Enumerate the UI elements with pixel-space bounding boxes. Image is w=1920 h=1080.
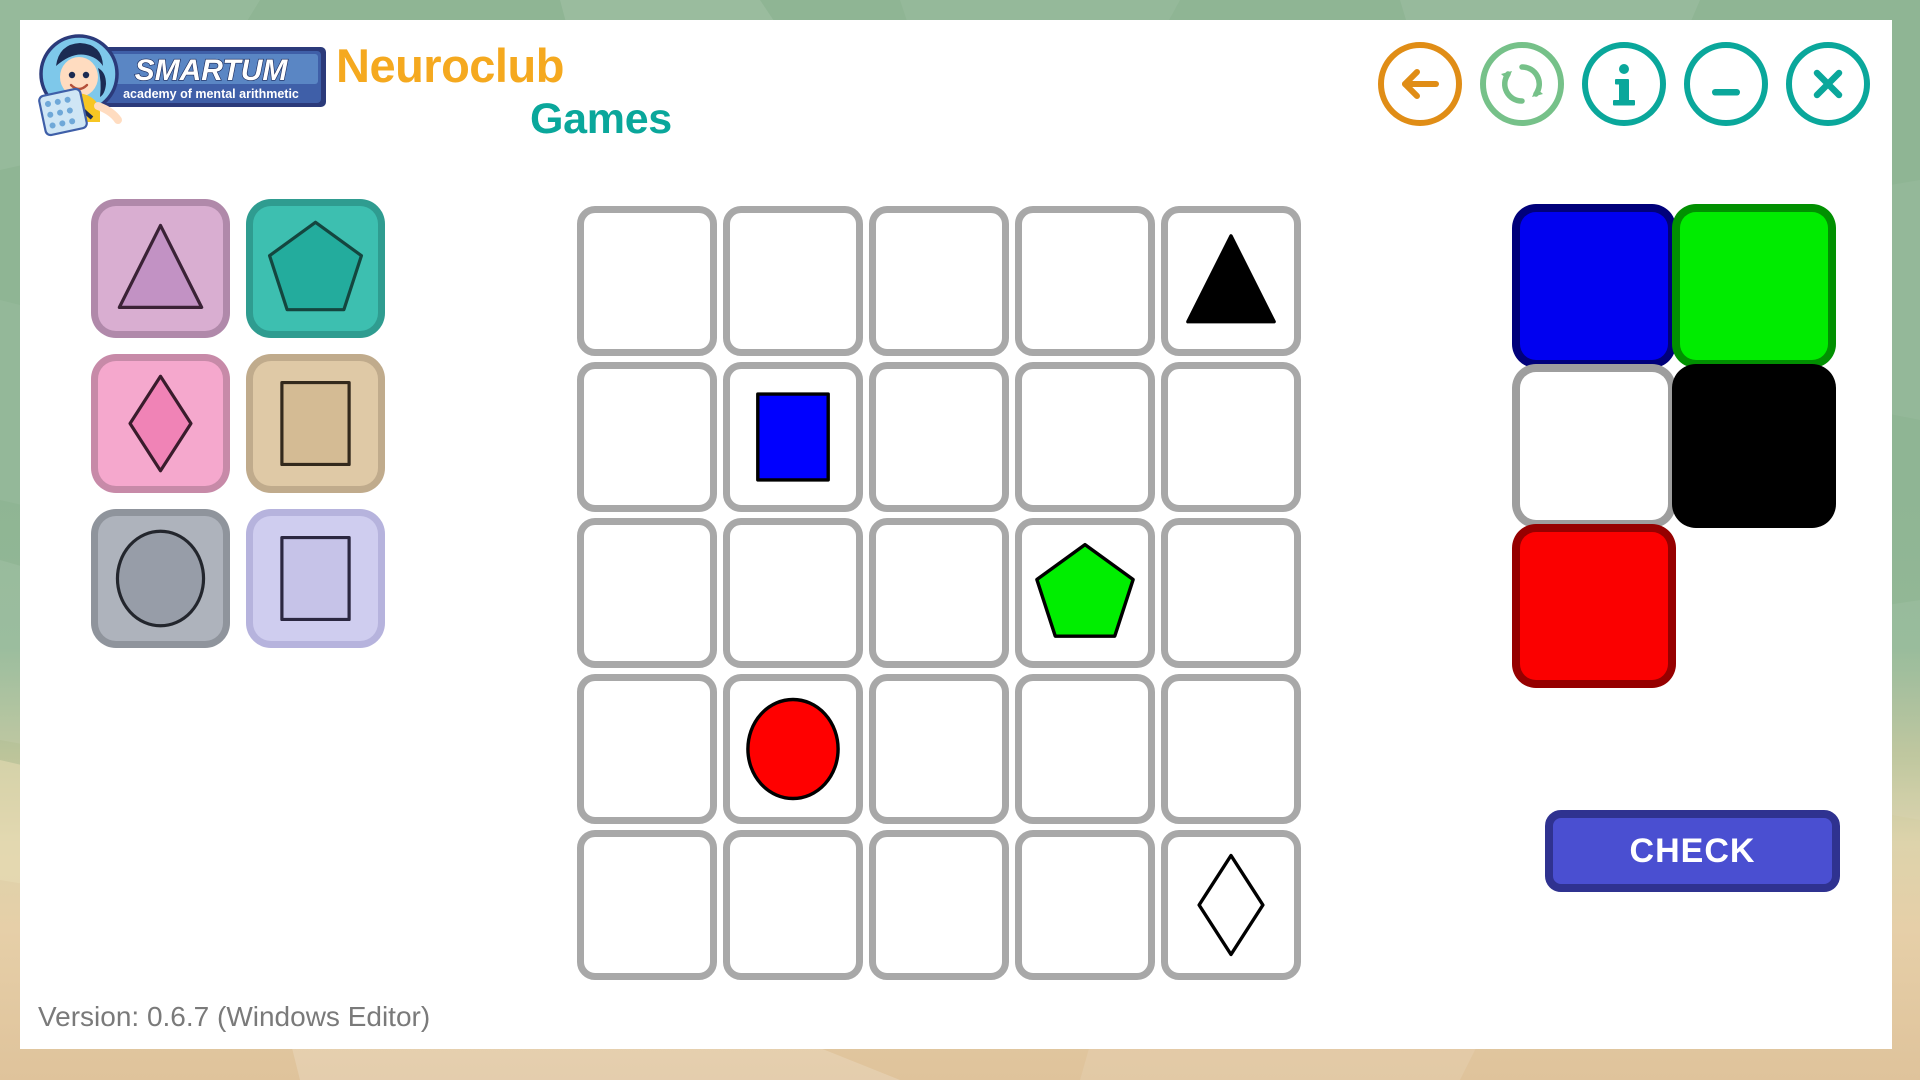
version-label: Version: 0.6.7 (Windows Editor) — [38, 1001, 431, 1032]
grid-cell[interactable] — [869, 518, 1009, 668]
app-header: SMARTUM academy of mental arithmetic Neu… — [20, 20, 1892, 172]
grid-cell[interactable] — [577, 518, 717, 668]
arrow-left-icon — [1402, 69, 1439, 99]
grid-cell[interactable] — [1015, 518, 1155, 668]
diamond-icon — [1197, 853, 1265, 957]
grid-cell[interactable] — [723, 362, 863, 512]
svg-text:SMARTUM: SMARTUM — [135, 54, 289, 87]
diamond-icon — [128, 374, 193, 473]
window-controls — [1378, 42, 1870, 126]
grid-cell[interactable] — [1015, 830, 1155, 980]
svg-text:academy of mental arithmetic: academy of mental arithmetic — [123, 87, 299, 101]
check-button[interactable]: CHECK — [1545, 810, 1840, 892]
app-window: SMARTUM academy of mental arithmetic Neu… — [20, 20, 1892, 1049]
square-icon — [280, 535, 351, 622]
grid-cell[interactable] — [723, 206, 863, 356]
shape-tile-triangle[interactable] — [98, 206, 223, 331]
color-tile-white[interactable] — [1520, 372, 1668, 520]
circle-icon — [746, 697, 840, 801]
close-icon — [1813, 69, 1843, 99]
grid-cell[interactable] — [723, 674, 863, 824]
smartum-logo: SMARTUM academy of mental arithmetic — [28, 30, 328, 138]
grid-cell[interactable] — [723, 518, 863, 668]
info-icon — [1613, 64, 1635, 106]
refresh-icon — [1501, 64, 1543, 104]
shape-tile-pentagon[interactable] — [253, 206, 378, 331]
reset-button[interactable] — [1480, 42, 1564, 126]
close-button[interactable] — [1786, 42, 1870, 126]
grid-cell[interactable] — [723, 830, 863, 980]
grid-cell[interactable] — [1015, 362, 1155, 512]
grid-cell[interactable] — [869, 674, 1009, 824]
grid-cell[interactable] — [869, 362, 1009, 512]
back-button[interactable] — [1378, 42, 1462, 126]
circle-icon — [115, 529, 206, 628]
page-title: Games — [530, 95, 672, 143]
play-grid — [577, 206, 1301, 980]
shape-palette — [98, 206, 378, 641]
grid-cell[interactable] — [869, 830, 1009, 980]
triangle-icon — [117, 223, 204, 309]
color-tile-red[interactable] — [1520, 532, 1668, 680]
grid-cell[interactable] — [1161, 674, 1301, 824]
grid-cell[interactable] — [1161, 518, 1301, 668]
shape-tile-square-2[interactable] — [253, 516, 378, 641]
grid-cell[interactable] — [577, 362, 717, 512]
grid-cell[interactable] — [869, 206, 1009, 356]
grid-cell[interactable] — [1161, 830, 1301, 980]
shape-tile-square[interactable] — [253, 361, 378, 486]
color-tile-black[interactable] — [1680, 372, 1828, 520]
info-button[interactable] — [1582, 42, 1666, 126]
square-icon — [280, 380, 351, 467]
minimize-icon — [1712, 89, 1740, 96]
grid-cell[interactable] — [1015, 674, 1155, 824]
grid-cell[interactable] — [1015, 206, 1155, 356]
grid-cell[interactable] — [577, 830, 717, 980]
grid-cell[interactable] — [577, 674, 717, 824]
grid-cell[interactable] — [1161, 362, 1301, 512]
pentagon-icon — [1035, 542, 1135, 638]
shape-tile-circle[interactable] — [98, 516, 223, 641]
color-tile-green[interactable] — [1680, 212, 1828, 360]
grid-cell[interactable] — [577, 206, 717, 356]
shape-tile-diamond[interactable] — [98, 361, 223, 486]
color-palette — [1520, 212, 1828, 680]
triangle-icon — [1186, 234, 1276, 324]
color-tile-blue[interactable] — [1520, 212, 1668, 360]
grid-cell[interactable] — [1161, 206, 1301, 356]
minimize-button[interactable] — [1684, 42, 1768, 126]
square-icon — [756, 392, 830, 482]
brand-title: Neuroclub — [336, 39, 564, 92]
pentagon-icon — [267, 220, 364, 312]
